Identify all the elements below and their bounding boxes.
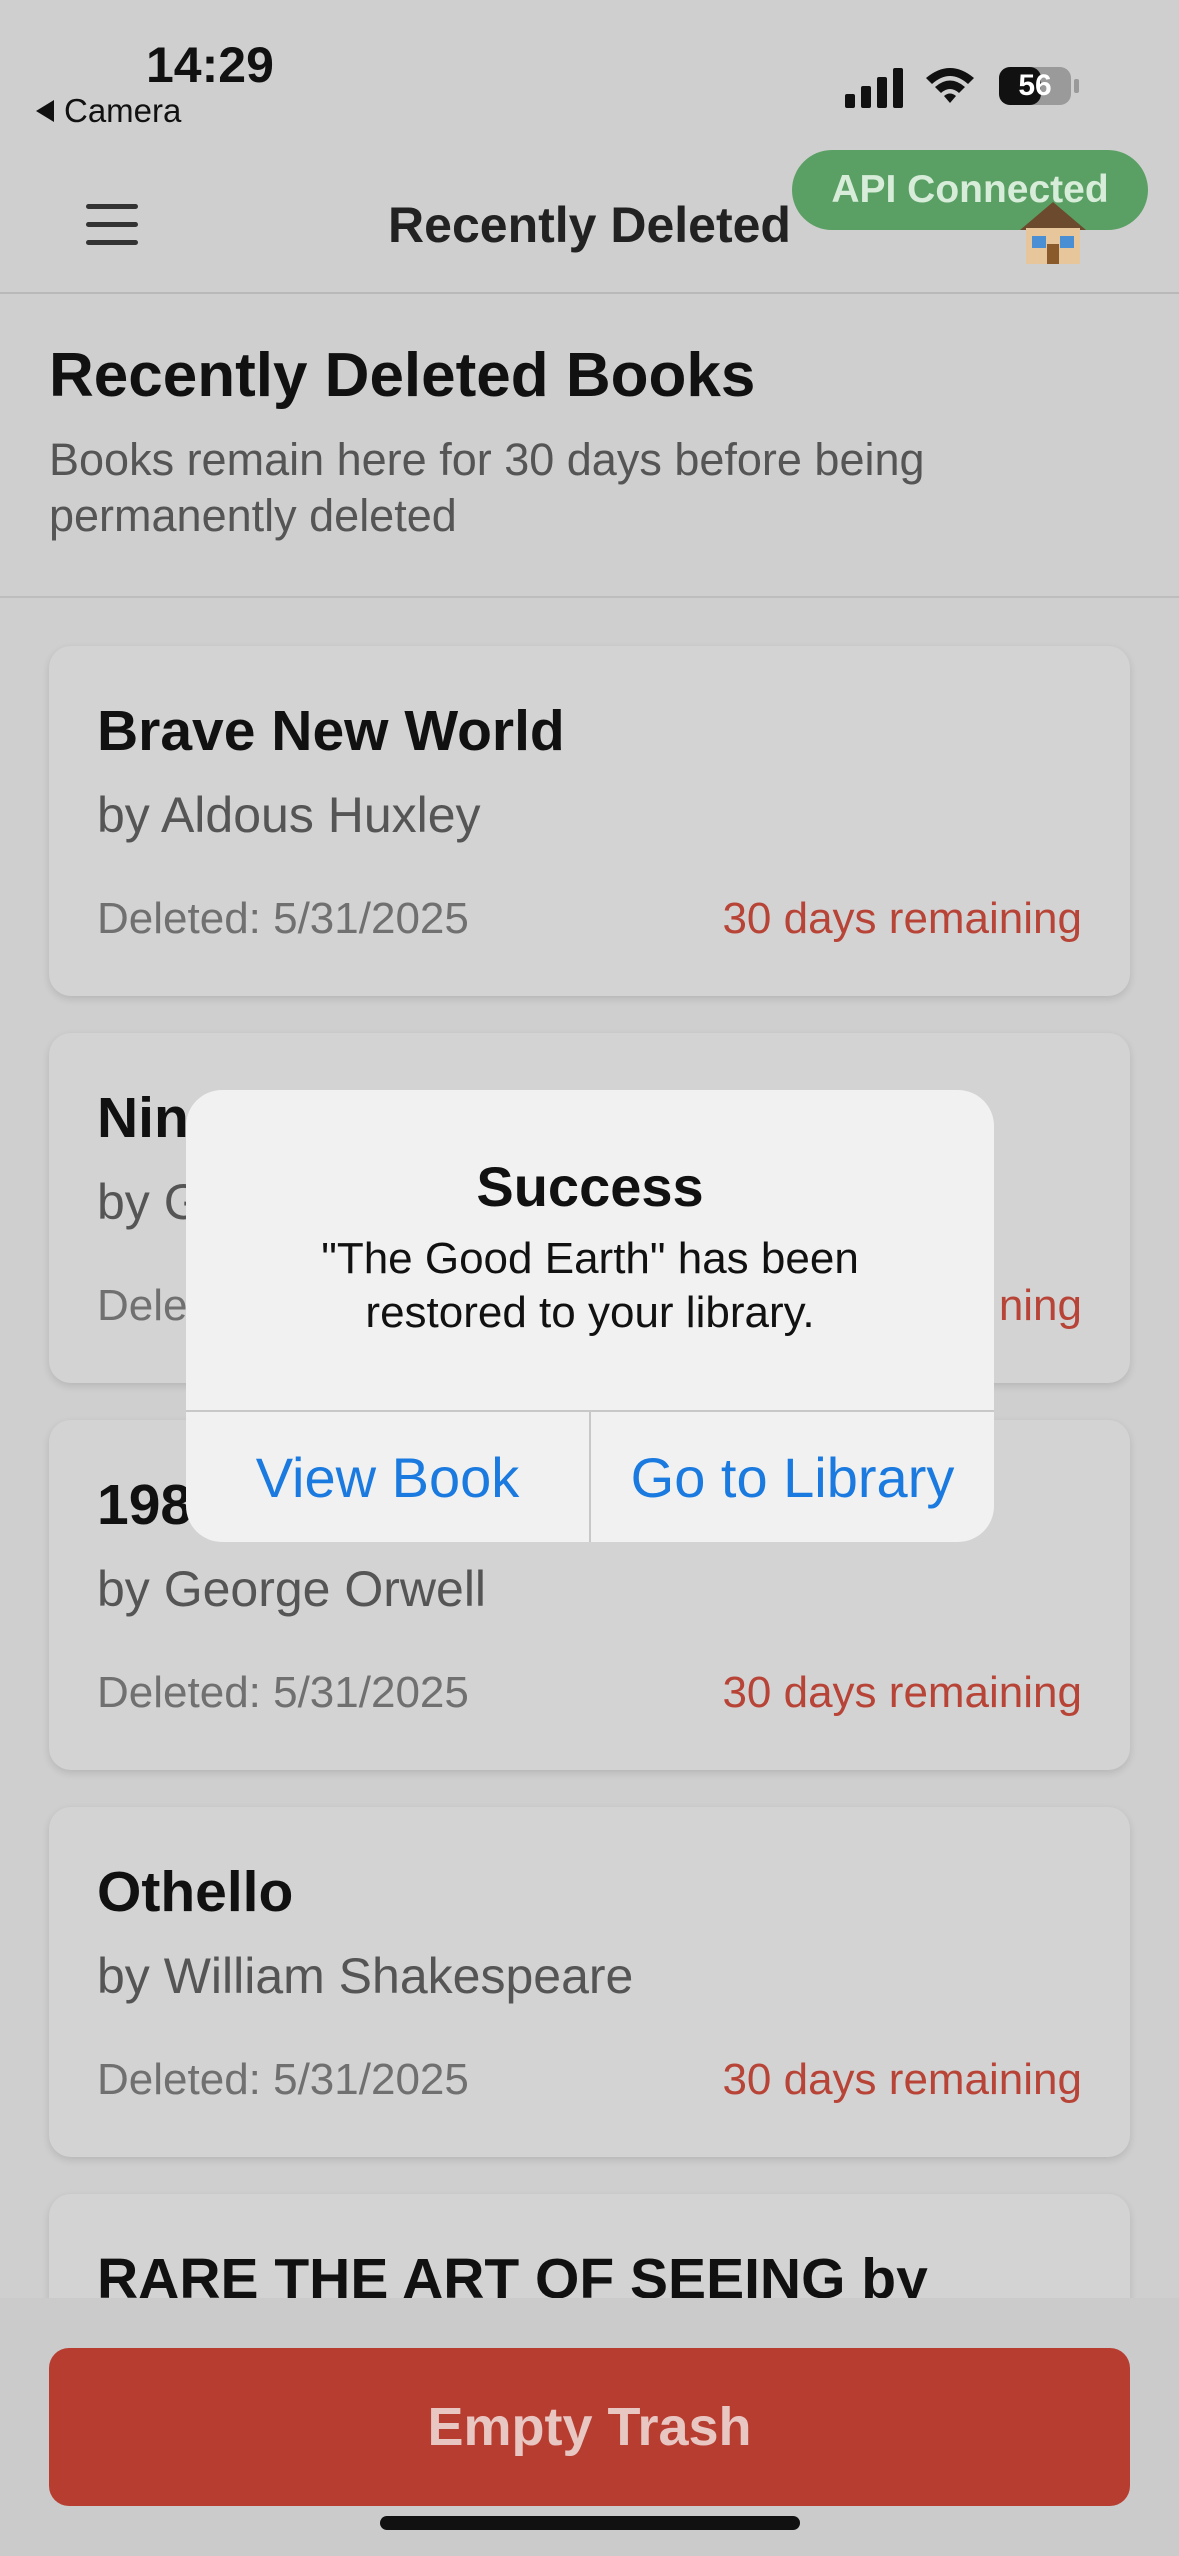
go-to-library-button[interactable]: Go to Library bbox=[591, 1412, 994, 1542]
days-remaining: ning bbox=[998, 1281, 1082, 1330]
back-to-camera-link[interactable]: Camera bbox=[36, 92, 181, 130]
book-card[interactable]: Othello by William Shakespeare Deleted: … bbox=[49, 1807, 1130, 2157]
alert-message: "The Good Earth" has been restored to yo… bbox=[321, 1234, 859, 1337]
view-book-button[interactable]: View Book bbox=[186, 1412, 589, 1542]
deleted-date: Deleted: 5/31/2025 bbox=[97, 1668, 469, 1717]
battery-level: 56 bbox=[1018, 69, 1052, 102]
alert-title: Success bbox=[476, 1155, 704, 1218]
deleted-date: Deleted: 5/31/2025 bbox=[97, 2055, 469, 2104]
days-remaining: 30 days remaining bbox=[722, 1668, 1082, 1717]
api-status-badge: API Connected bbox=[792, 150, 1148, 230]
empty-trash-button[interactable]: Empty Trash bbox=[49, 2348, 1130, 2506]
days-remaining: 30 days remaining bbox=[722, 894, 1082, 943]
status-time: 14:29 bbox=[146, 37, 274, 93]
divider bbox=[0, 596, 1179, 598]
book-title: RARE THE ART OF SEEING by bbox=[97, 2247, 928, 2298]
success-alert-dialog: Success "The Good Earth" has been restor… bbox=[186, 1090, 994, 1542]
section-subtitle: Books remain here for 30 days before bei… bbox=[49, 434, 925, 541]
book-card[interactable]: RARE THE ART OF SEEING by bbox=[49, 2194, 1130, 2298]
wifi-icon bbox=[926, 68, 974, 103]
days-remaining: 30 days remaining bbox=[722, 2055, 1082, 2104]
back-triangle-icon bbox=[36, 100, 54, 122]
book-author: by Aldous Huxley bbox=[97, 787, 481, 843]
book-title: Othello bbox=[97, 1860, 294, 1924]
home-indicator[interactable] bbox=[380, 2516, 800, 2530]
book-card[interactable]: Brave New World by Aldous Huxley Deleted… bbox=[49, 646, 1130, 996]
deleted-date: Dele bbox=[97, 1281, 188, 1330]
deleted-date: Deleted: 5/31/2025 bbox=[97, 894, 469, 943]
section-title: Recently Deleted Books bbox=[49, 341, 756, 410]
book-title: 198 bbox=[97, 1473, 193, 1537]
back-label: Camera bbox=[64, 92, 182, 129]
book-title: Brave New World bbox=[97, 699, 565, 763]
cellular-signal-icon bbox=[845, 68, 903, 108]
book-author: by George Orwell bbox=[97, 1561, 487, 1617]
book-title: Nin bbox=[97, 1086, 189, 1150]
house-icon[interactable] bbox=[1018, 200, 1088, 266]
battery-icon: 56 bbox=[998, 66, 1080, 106]
book-author: by William Shakespeare bbox=[97, 1948, 634, 2004]
